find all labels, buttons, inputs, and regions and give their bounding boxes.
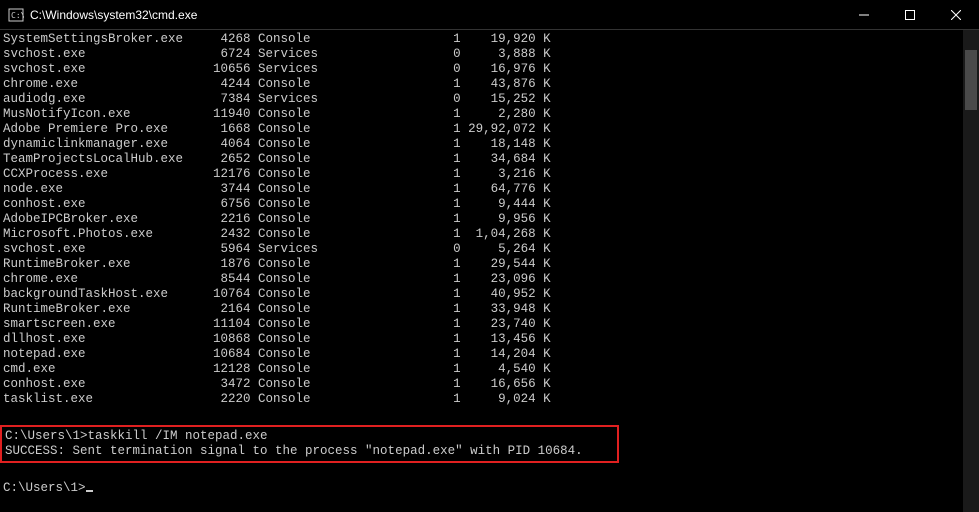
process-row: RuntimeBroker.exe 1876 Console 1 29,544 … — [3, 257, 960, 272]
scroll-thumb[interactable] — [965, 50, 977, 110]
command-line: C:\Users\1>taskkill /IM notepad.exe — [5, 429, 614, 444]
process-row: dynamiclinkmanager.exe 4064 Console 1 18… — [3, 137, 960, 152]
window-title: C:\Windows\system32\cmd.exe — [30, 8, 197, 22]
process-row: Adobe Premiere Pro.exe 1668 Console 1 29… — [3, 122, 960, 137]
terminal-output[interactable]: SystemSettingsBroker.exe 4268 Console 1 … — [0, 30, 963, 512]
process-row: SystemSettingsBroker.exe 4268 Console 1 … — [3, 32, 960, 47]
process-row: TeamProjectsLocalHub.exe 2652 Console 1 … — [3, 152, 960, 167]
close-button[interactable] — [933, 0, 979, 30]
cmd-icon: C:\ — [8, 7, 24, 23]
process-row: chrome.exe 8544 Console 1 23,096 K — [3, 272, 960, 287]
process-row: node.exe 3744 Console 1 64,776 K — [3, 182, 960, 197]
process-row: cmd.exe 12128 Console 1 4,540 K — [3, 362, 960, 377]
process-row: conhost.exe 3472 Console 1 16,656 K — [3, 377, 960, 392]
process-row: audiodg.exe 7384 Services 0 15,252 K — [3, 92, 960, 107]
process-row: svchost.exe 6724 Services 0 3,888 K — [3, 47, 960, 62]
cmd-window: C:\ C:\Windows\system32\cmd.exe SystemSe… — [0, 0, 979, 512]
process-row: chrome.exe 4244 Console 1 43,876 K — [3, 77, 960, 92]
process-row: notepad.exe 10684 Console 1 14,204 K — [3, 347, 960, 362]
blank-line — [3, 407, 960, 422]
process-row: smartscreen.exe 11104 Console 1 23,740 K — [3, 317, 960, 332]
scrollbar[interactable] — [963, 30, 979, 512]
content: SystemSettingsBroker.exe 4268 Console 1 … — [0, 30, 979, 512]
result-line: SUCCESS: Sent termination signal to the … — [5, 444, 614, 459]
process-row: tasklist.exe 2220 Console 1 9,024 K — [3, 392, 960, 407]
blank-line — [3, 466, 960, 481]
process-row: conhost.exe 6756 Console 1 9,444 K — [3, 197, 960, 212]
maximize-button[interactable] — [887, 0, 933, 30]
titlebar[interactable]: C:\ C:\Windows\system32\cmd.exe — [0, 0, 979, 30]
cursor — [86, 490, 93, 492]
highlight-box: C:\Users\1>taskkill /IM notepad.exeSUCCE… — [0, 425, 619, 463]
process-row: dllhost.exe 10868 Console 1 13,456 K — [3, 332, 960, 347]
svg-text:C:\: C:\ — [11, 11, 24, 20]
prompt-line[interactable]: C:\Users\1> — [3, 481, 960, 496]
process-row: AdobeIPCBroker.exe 2216 Console 1 9,956 … — [3, 212, 960, 227]
process-row: RuntimeBroker.exe 2164 Console 1 33,948 … — [3, 302, 960, 317]
process-row: svchost.exe 10656 Services 0 16,976 K — [3, 62, 960, 77]
minimize-button[interactable] — [841, 0, 887, 30]
process-row: CCXProcess.exe 12176 Console 1 3,216 K — [3, 167, 960, 182]
process-row: Microsoft.Photos.exe 2432 Console 1 1,04… — [3, 227, 960, 242]
process-row: MusNotifyIcon.exe 11940 Console 1 2,280 … — [3, 107, 960, 122]
process-row: svchost.exe 5964 Services 0 5,264 K — [3, 242, 960, 257]
process-row: backgroundTaskHost.exe 10764 Console 1 4… — [3, 287, 960, 302]
